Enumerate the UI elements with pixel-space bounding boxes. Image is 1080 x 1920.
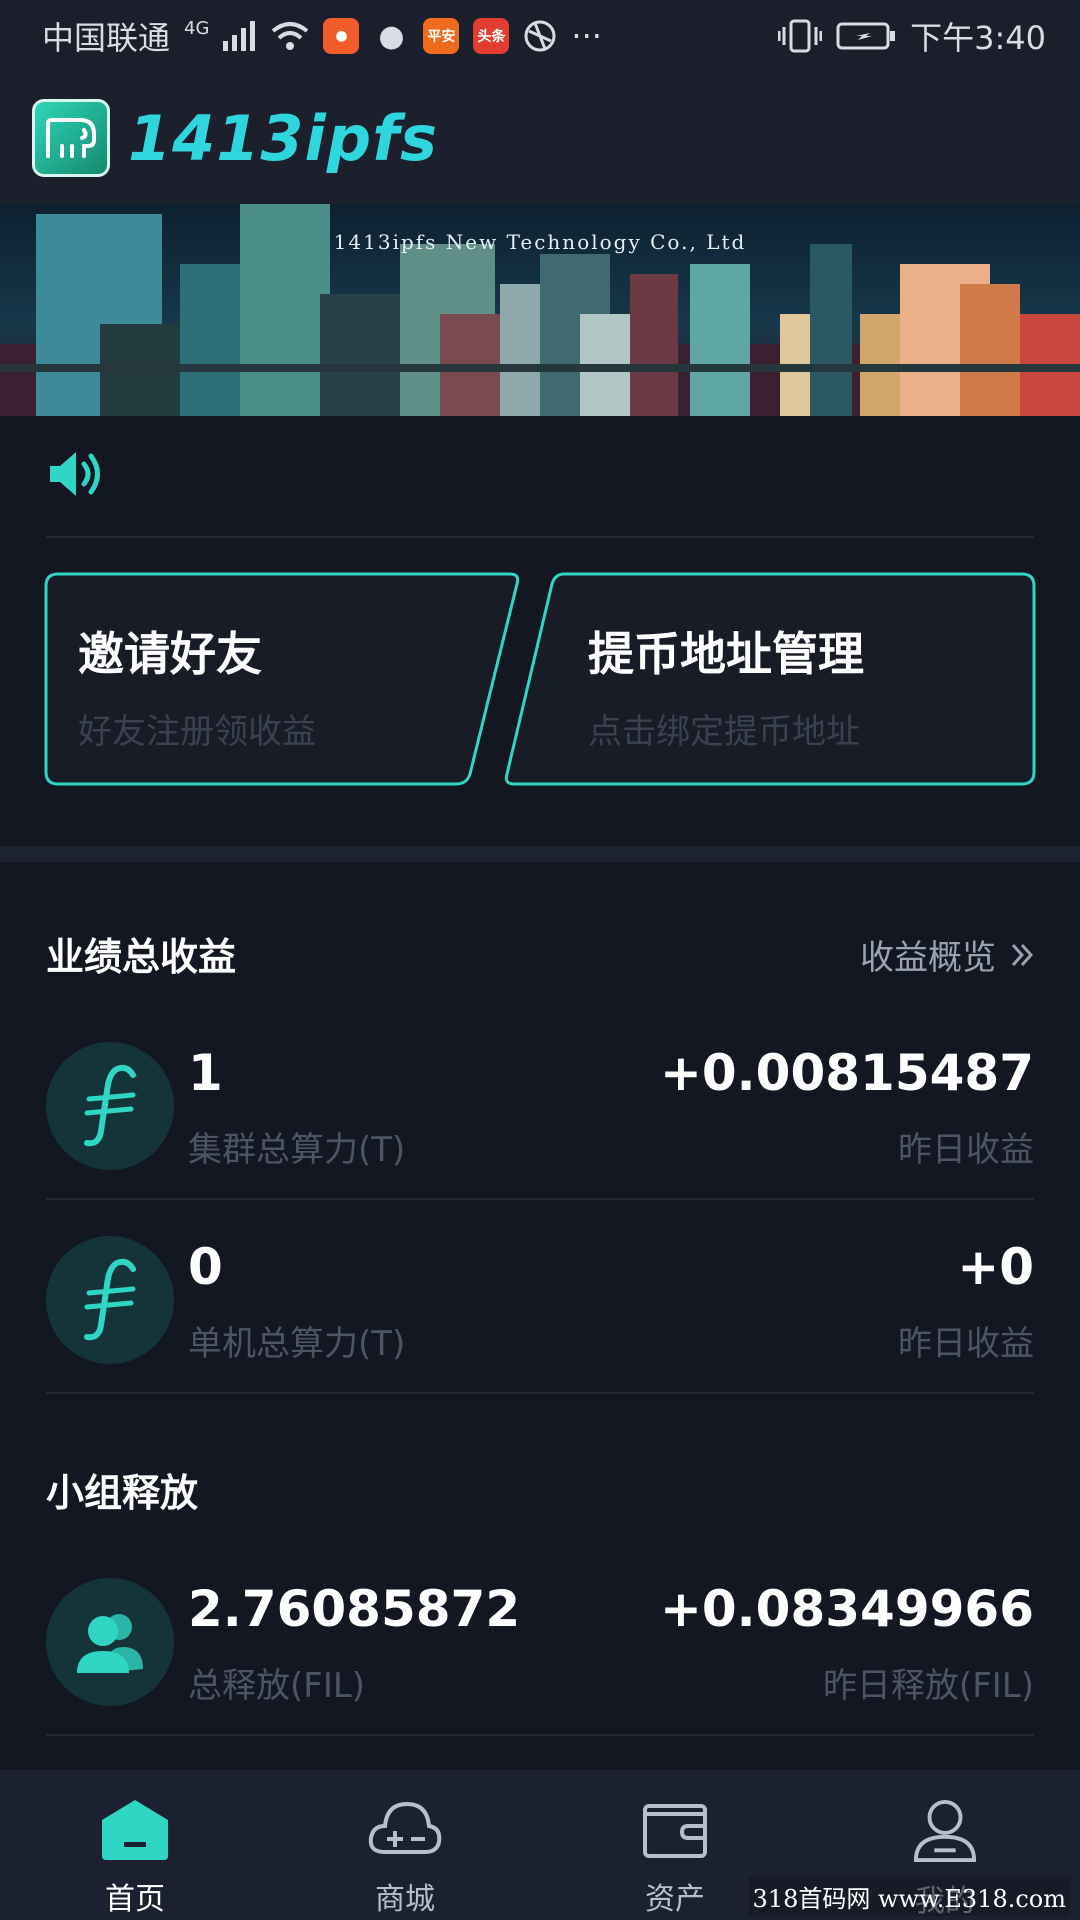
card-title: 提币地址管理 xyxy=(588,627,864,681)
kuaishou-icon: ● xyxy=(323,18,360,54)
total-release-value: 2.76085872 xyxy=(188,1580,521,1638)
list-item[interactable]: 2.76085872 总释放(FIL) +0.08349966 昨日释放(FIL… xyxy=(46,1570,1034,1730)
yesterday-release-label: 昨日释放(FIL) xyxy=(822,1666,1034,1706)
total-release-label: 总释放(FIL) xyxy=(188,1666,366,1706)
divider xyxy=(46,536,1034,538)
more-icon: ··· xyxy=(571,17,602,55)
yesterday-earnings-value: +0.00815487 xyxy=(660,1044,1034,1102)
wallet-icon xyxy=(643,1804,707,1858)
cluster-power-label: 集群总算力(T) xyxy=(188,1130,406,1170)
network-type: 4G xyxy=(184,17,210,39)
group-release-title: 小组释放 xyxy=(46,1471,199,1515)
section-separator xyxy=(0,846,1080,862)
filecoin-icon xyxy=(46,1042,174,1170)
divider xyxy=(46,1392,1034,1394)
app-name: 1413ipfs xyxy=(128,101,439,175)
carrier-label: 中国联通 xyxy=(42,19,171,57)
cloud-add-icon xyxy=(368,1801,442,1854)
list-item[interactable]: 0 单机总算力(T) +0 昨日收益 xyxy=(46,1228,1034,1388)
status-bar: 中国联通 4G ● ● 平安 头条 ··· 下午3:40 xyxy=(0,0,1080,72)
battery-icon xyxy=(836,22,896,50)
standalone-power-value: 0 xyxy=(188,1238,223,1296)
filecoin-icon xyxy=(46,1236,174,1364)
overview-label: 收益概览 xyxy=(860,938,996,978)
divider xyxy=(46,1734,1034,1736)
tab-home[interactable]: 首页 xyxy=(0,1770,270,1920)
yesterday-earnings-label: 昨日收益 xyxy=(898,1324,1034,1364)
yesterday-earnings-label: 昨日收益 xyxy=(898,1130,1034,1170)
profile-icon xyxy=(913,1799,977,1862)
speaker-icon[interactable] xyxy=(46,444,106,504)
tab-mall[interactable]: 商城 xyxy=(270,1770,540,1920)
standalone-power-label: 单机总算力(T) xyxy=(188,1324,406,1364)
city-banner[interactable]: 1413ipfs New Technology Co., Ltd xyxy=(0,204,1080,416)
message-icon: ● xyxy=(378,18,405,54)
card-subtitle: 点击绑定提币地址 xyxy=(588,712,860,752)
browser-icon xyxy=(524,20,556,52)
banner-caption: 1413ipfs New Technology Co., Ltd xyxy=(333,230,747,254)
invite-friends-card[interactable]: 邀请好友 好友注册领收益 xyxy=(44,572,524,786)
tab-label: 首页 xyxy=(105,1882,165,1917)
tab-label: 商城 xyxy=(375,1882,435,1917)
double-chevron-right-icon xyxy=(1011,943,1034,966)
signal-icon xyxy=(223,21,256,51)
card-title: 邀请好友 xyxy=(78,627,262,681)
card-subtitle: 好友注册领收益 xyxy=(78,712,316,752)
tab-label: 资产 xyxy=(645,1882,705,1917)
elephant-logo-icon xyxy=(32,99,110,177)
users-icon xyxy=(46,1578,174,1706)
home-icon xyxy=(102,1800,168,1860)
withdraw-address-card[interactable]: 提币地址管理 点击绑定提币地址 xyxy=(500,572,1036,786)
vibrate-icon xyxy=(778,19,823,53)
cluster-power-value: 1 xyxy=(188,1044,223,1102)
yesterday-earnings-value: +0 xyxy=(957,1238,1034,1296)
earnings-title: 业绩总收益 xyxy=(46,935,237,979)
divider xyxy=(46,1198,1034,1200)
wifi-icon xyxy=(272,22,309,50)
clock: 下午3:40 xyxy=(910,19,1046,57)
app-header: 1413ipfs xyxy=(0,72,1080,204)
toutiao-icon: 头条 xyxy=(473,18,510,54)
yesterday-release-value: +0.08349966 xyxy=(660,1580,1034,1638)
list-item[interactable]: 1 集群总算力(T) +0.00815487 昨日收益 xyxy=(46,1034,1034,1194)
watermark: 318首码网 www.E318.com xyxy=(748,1877,1070,1916)
pingan-icon: 平安 xyxy=(423,18,460,54)
earnings-overview-link[interactable]: 收益概览 xyxy=(860,930,1034,979)
